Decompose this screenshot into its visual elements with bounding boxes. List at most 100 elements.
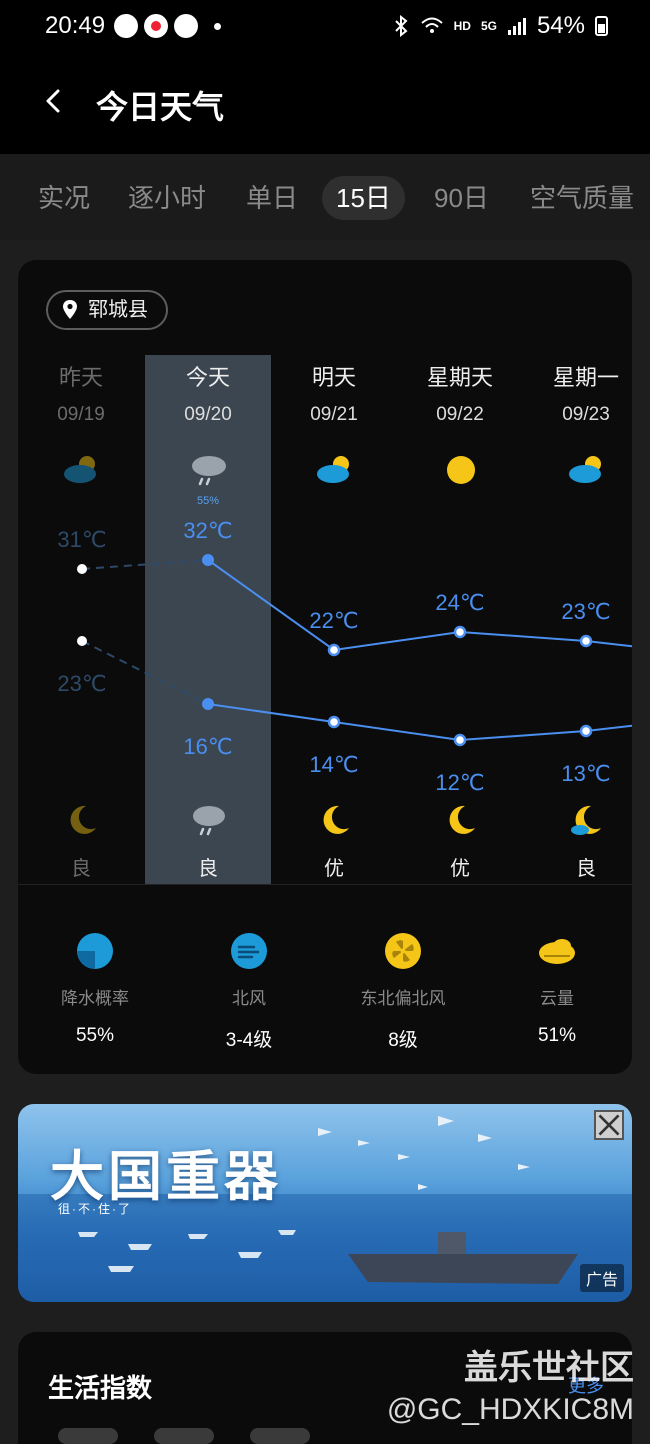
day-name: 星期一 [552,365,619,390]
location-chip[interactable]: 郓城县 [46,290,168,330]
battery-percent: 54% [536,12,585,39]
life-index-tabs [58,1428,310,1444]
day-date: 09/22 [436,404,484,425]
life-index-card: 生活指数 更多 [18,1332,632,1444]
moon-icon [449,805,475,834]
day-column-monday[interactable]: 星期一 09/23 良 [523,360,632,880]
detail-label: 北风 [232,989,266,1008]
rain-cloud-icon [192,456,226,486]
wind-icon [231,933,267,969]
fan-icon [385,933,421,969]
location-pin-icon [63,300,77,319]
high-temp-label: 22℃ [309,608,358,633]
aqi-label: 优 [324,858,344,880]
day-column-today[interactable]: 今天 09/20 55% 良 [145,360,271,880]
low-temp-label: 23℃ [57,671,106,696]
detail-label: 降水概率 [61,989,129,1008]
forecast-card: 郓城县 昨天 09/19 良 今天 09/20 55% 良 明天 09/21 优… [18,260,632,1074]
hd-indicator: HD [453,19,471,33]
moon-icon [70,805,96,834]
day-name: 星期天 [426,365,493,390]
divider [18,884,632,885]
detail-wind-speed: 东北偏北风 8级 [326,932,480,1052]
low-temp-label: 13℃ [561,761,610,786]
detail-precipitation: 降水概率 55% [18,932,172,1047]
location-name: 郓城县 [88,299,148,321]
cloud-icon [539,939,575,964]
rain-cloud-icon [193,806,225,836]
day-name: 昨天 [58,365,103,390]
tab-hourly[interactable]: 逐小时 [114,176,220,220]
app-notification-icon [114,14,138,38]
tab-90-day[interactable]: 90日 [420,176,503,220]
life-index-tab[interactable] [250,1428,310,1444]
partly-cloudy-icon [64,456,96,483]
signal-icon [507,18,526,35]
low-temp-point [579,724,593,738]
tab-15-day[interactable]: 15日 [322,176,405,220]
forecast-tab-bar: 实况 逐小时 单日 15日 90日 空气质量 [0,154,650,240]
aqi-label: 良 [198,858,218,880]
status-notification-icons [114,14,221,38]
ad-subtitle: 徂·不·住·了 [58,1202,132,1216]
status-bar: 20:49 HD 5G 54% [0,0,650,56]
day-column-tomorrow[interactable]: 明天 09/21 优 [271,360,397,880]
section-title: 生活指数 [48,1373,153,1403]
detail-value: 55% [75,1025,115,1046]
close-icon[interactable] [594,1110,624,1140]
day-date: 09/23 [562,404,610,425]
high-temp-line [207,559,632,652]
day-column-yesterday[interactable]: 昨天 09/19 良 [18,360,144,880]
high-temp-label: 31℃ [57,527,106,552]
more-link[interactable]: 更多 [568,1372,604,1398]
battery-icon [595,16,608,36]
high-temp-label: 24℃ [435,590,484,615]
cloudy-moon-icon [571,805,601,835]
app-notification-icon [144,14,168,38]
low-temp-point [327,715,341,729]
life-index-tab[interactable] [154,1428,214,1444]
aqi-label: 良 [71,858,91,880]
detail-wind-direction: 北风 3-4级 [172,932,326,1052]
day-name: 今天 [185,365,230,390]
tab-single-day[interactable]: 单日 [232,176,312,220]
ad-banner[interactable]: 大国重器 徂·不·住·了 广告 [18,1104,632,1302]
high-temp-point [77,564,87,574]
low-temp-point [453,733,467,747]
low-temp-label: 12℃ [435,770,484,795]
detail-label: 云量 [540,989,574,1008]
day-date: 09/20 [184,404,232,425]
day-name: 明天 [311,365,356,390]
partly-cloudy-icon [317,456,349,483]
sun-icon [447,456,475,484]
moon-icon [323,805,349,834]
rain-probability-icon [77,933,113,969]
back-arrow-icon[interactable] [40,86,70,116]
high-temp-point [579,634,593,648]
detail-cloud-cover: 云量 51% [480,932,632,1047]
life-index-tab[interactable] [58,1428,118,1444]
detail-label: 东北偏北风 [360,989,446,1008]
page-title: 今日天气 [96,89,225,125]
high-temp-point [453,625,467,639]
main-content: 郓城县 昨天 09/19 良 今天 09/20 55% 良 明天 09/21 优… [0,240,650,1444]
day-date: 09/21 [310,404,358,425]
detail-value: 3-4级 [225,1030,273,1051]
app-header: 今日天气 [0,56,650,154]
detail-value: 8级 [388,1030,418,1051]
day-column-sunday[interactable]: 星期天 09/22 优 [397,360,523,880]
status-time: 20:49 [45,12,106,39]
precipitation-chance: 55% [196,495,220,507]
tab-air-quality[interactable]: 空气质量 [516,176,648,220]
status-system-icons: HD 5G 54% [392,12,608,40]
partly-cloudy-icon [569,456,601,483]
ad-label: 广告 [579,1264,624,1292]
high-temp-point [327,643,341,657]
aqi-label: 优 [450,858,470,880]
aqi-label: 良 [576,858,596,880]
signal-type: 5G [480,19,497,33]
wifi-icon [420,17,443,33]
low-temp-line [207,703,632,742]
tab-realtime[interactable]: 实况 [24,176,104,220]
low-temp-point [77,636,87,646]
